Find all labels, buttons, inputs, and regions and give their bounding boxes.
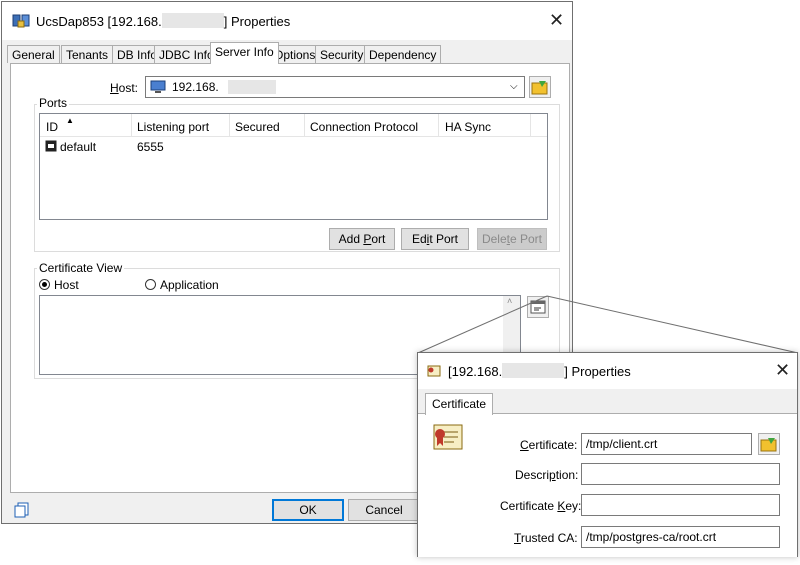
certificate-large-icon xyxy=(432,422,464,455)
trusted-ca-label: Trusted CA: xyxy=(514,531,578,545)
popup-title-suffix: ] Properties xyxy=(564,364,631,379)
folder-edit-icon xyxy=(760,438,777,452)
popup-close-icon[interactable]: ✕ xyxy=(775,360,790,381)
description-label: Description: xyxy=(515,468,579,482)
description-field[interactable] xyxy=(581,463,780,485)
certificate-icon xyxy=(427,364,441,381)
popup-title: [192.168. ] Properties xyxy=(448,363,631,379)
popup-title-bar[interactable]: [192.168. ] Properties ✕ xyxy=(418,353,797,389)
certificate-label: Certificate: xyxy=(520,438,578,452)
certificate-key-field[interactable] xyxy=(581,494,780,516)
tab-server-info[interactable]: Server Info xyxy=(210,42,279,64)
certificate-properties-window: [192.168. ] Properties ✕ Certificate Cert… xyxy=(417,352,798,557)
certificate-field[interactable]: /tmp/client.crt xyxy=(581,433,752,455)
certificate-browse-button[interactable] xyxy=(758,433,780,455)
certificate-key-label: Certificate Key: xyxy=(500,499,582,513)
redacted-ip xyxy=(502,363,565,378)
popup-title-prefix: [192.168. xyxy=(448,364,503,379)
trusted-ca-field[interactable]: /tmp/postgres-ca/root.crt xyxy=(581,526,780,548)
tab-certificate[interactable]: Certificate xyxy=(425,393,494,415)
